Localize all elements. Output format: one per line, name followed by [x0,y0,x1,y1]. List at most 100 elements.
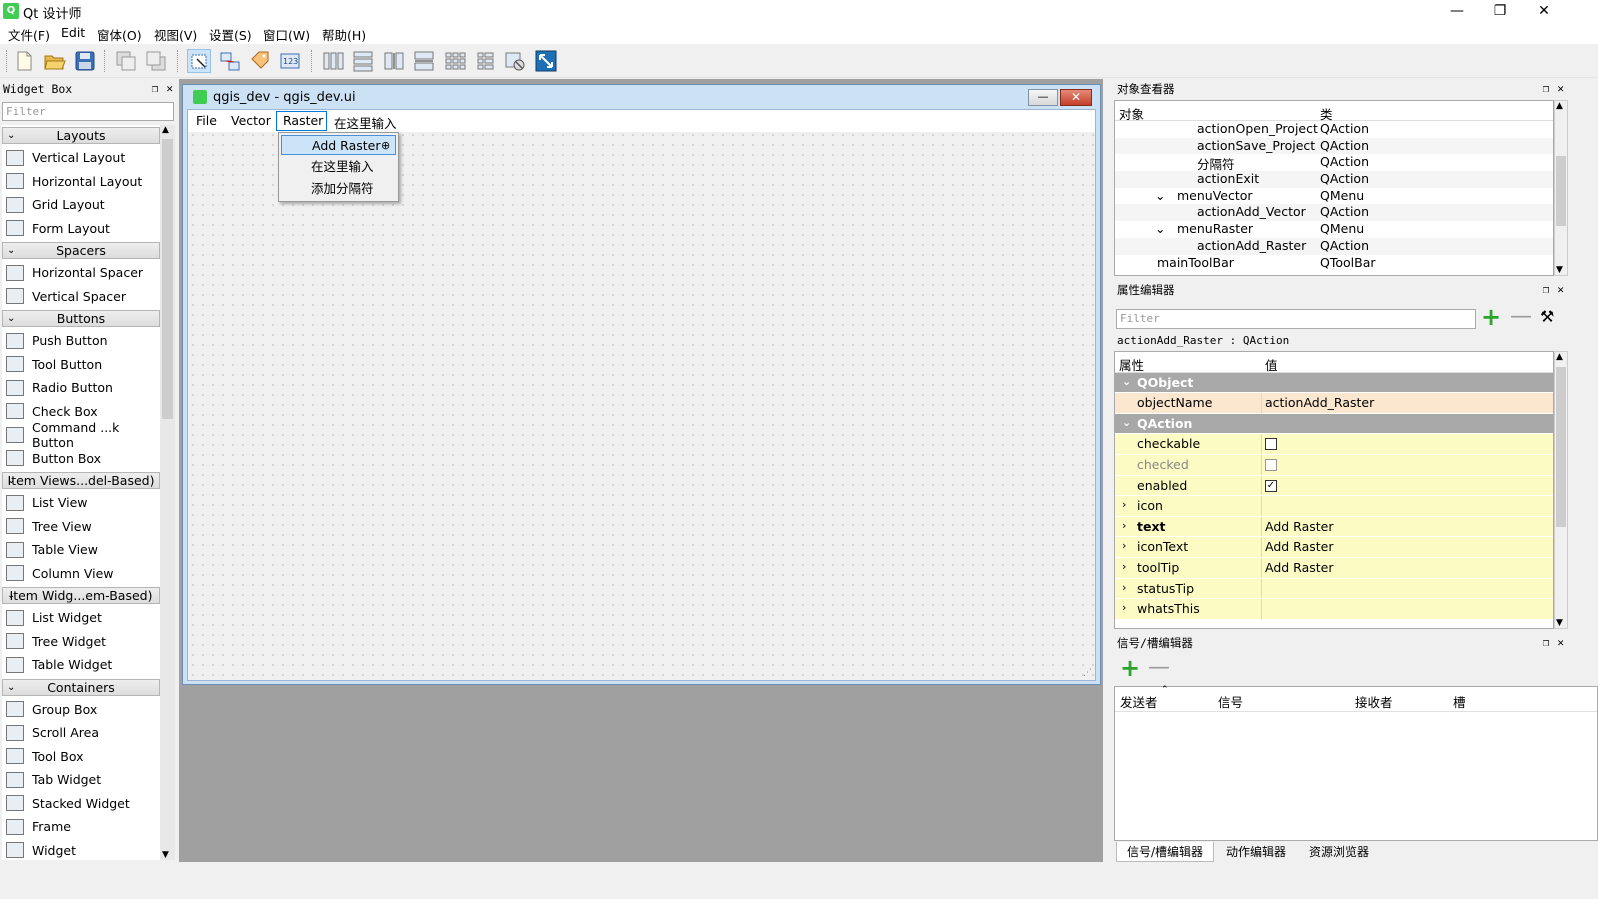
object-tree-row[interactable]: actionOpen_Project QAction [1115,121,1553,138]
form-close-button[interactable]: ✕ [1060,89,1092,106]
widget-item[interactable]: List View [2,491,160,515]
widget-item[interactable]: Horizontal Layout [2,170,160,194]
widget-item[interactable]: Widget [2,839,160,861]
object-tree-row[interactable]: mainToolBar QToolBar [1115,255,1553,272]
widget-item[interactable]: Tree Widget [2,630,160,654]
widget-item[interactable]: Command ...k Button [2,420,160,450]
float-icon[interactable]: ❐ [1543,636,1550,649]
scroll-up-icon[interactable]: ▲ [1556,352,1563,362]
widget-category[interactable]: ⌄ Buttons [2,310,160,327]
widget-category[interactable]: ⌄ Item Views...del-Based) [2,472,160,489]
menu-window[interactable]: 窗口(W) [263,25,310,44]
layout-horizontal-icon[interactable] [321,49,345,73]
save-icon[interactable] [73,49,97,73]
minimize-button[interactable]: — [1434,0,1480,22]
property-checkbox[interactable] [1265,458,1277,471]
property-value[interactable]: Add Raster [1265,539,1334,554]
widget-item[interactable]: Vertical Layout [2,146,160,170]
remove-property-icon[interactable]: — [1510,306,1532,328]
scroll-thumb[interactable] [1556,156,1566,226]
add-property-icon[interactable]: + [1481,305,1501,329]
property-row[interactable]: › text Add Raster [1115,516,1553,538]
property-row[interactable]: › statusTip [1115,578,1553,600]
chevron-right-icon[interactable]: › [1122,560,1126,573]
property-row[interactable]: › toolTip Add Raster [1115,557,1553,579]
widget-item[interactable]: Tool Button [2,353,160,377]
widget-item[interactable]: Push Button [2,329,160,353]
object-tree-row[interactable]: 分隔符 QAction [1115,154,1553,172]
widget-item[interactable]: Vertical Spacer [2,285,160,309]
form-menu-vector[interactable]: Vector [231,113,271,128]
menu-item-add-separator[interactable]: 添加分隔符 [281,179,396,199]
form-menu-type-here[interactable]: 在这里输入 [334,113,397,132]
chevron-right-icon[interactable]: › [1122,498,1126,511]
maximize-button[interactable]: ❐ [1477,0,1523,22]
chevron-right-icon[interactable]: › [1122,581,1126,594]
object-tree-row[interactable]: ⌄ menuRaster QMenu [1115,221,1553,238]
widget-item[interactable]: List Widget [2,606,160,630]
widget-item[interactable]: Table Widget [2,653,160,677]
edit-signals-icon[interactable] [218,49,242,73]
tab-resource-browser[interactable]: 资源浏览器 [1299,842,1379,862]
scroll-down-icon[interactable]: ▼ [1556,265,1563,275]
scroll-up-icon[interactable]: ▲ [1556,101,1563,111]
close-icon[interactable]: ✕ [1557,283,1564,296]
form-menu-raster[interactable]: Raster [283,113,323,128]
property-row[interactable]: › icon [1115,496,1553,517]
float-icon[interactable]: ❐ [152,82,159,95]
bring-front-icon[interactable] [144,49,168,73]
close-button[interactable]: ✕ [1521,0,1567,22]
chevron-right-icon[interactable]: › [1122,519,1126,532]
edit-widgets-icon[interactable] [187,49,211,73]
menu-file[interactable]: 文件(F) [8,25,50,44]
menu-settings[interactable]: 设置(S) [209,25,252,44]
tree-expander-icon[interactable]: ⌄ [1155,188,1165,203]
edit-buddies-icon[interactable] [248,49,272,73]
object-tree-row[interactable]: actionSave_Project QAction [1115,137,1553,155]
menu-form[interactable]: 窗体(O) [97,25,142,44]
scroll-down-icon[interactable]: ▼ [162,850,169,860]
property-row[interactable]: › whatsThis [1115,599,1553,620]
object-tree-row[interactable]: ⌄ menuVector QMenu [1115,188,1553,205]
scroll-down-icon[interactable]: ▼ [1556,618,1563,628]
form-minimize-button[interactable]: — [1028,89,1058,106]
widget-category[interactable]: ⌄ Layouts [2,127,160,144]
configure-icon[interactable]: ⚒ [1540,307,1554,326]
layout-form-icon[interactable] [473,49,497,73]
widget-item[interactable]: Tree View [2,515,160,539]
chevron-down-icon[interactable]: ⌄ [1122,375,1131,388]
chevron-down-icon[interactable]: ⌄ [1122,416,1131,429]
chevron-right-icon[interactable]: › [1122,539,1126,552]
widget-item[interactable]: Button Box [2,447,160,471]
layout-splitter-h-icon[interactable] [382,49,406,73]
remove-connection-icon[interactable]: — [1148,657,1170,679]
widget-item[interactable]: Grid Layout [2,193,160,217]
add-connection-icon[interactable]: + [1120,656,1140,680]
property-row[interactable]: checkable [1115,434,1553,455]
property-row[interactable]: › iconText Add Raster [1115,537,1553,558]
property-value[interactable]: actionAdd_Raster [1265,395,1374,410]
close-icon[interactable]: ✕ [1557,82,1564,95]
layout-grid-icon[interactable] [443,49,467,73]
scroll-thumb[interactable] [1556,367,1566,527]
menu-edit[interactable]: Edit [61,25,85,40]
widget-category[interactable]: ⌄ Item Widg...em-Based) [2,587,160,604]
widget-item[interactable]: Stacked Widget [2,792,160,816]
new-file-icon[interactable] [12,49,36,73]
property-row[interactable]: ⌄ QAction [1115,413,1553,435]
float-icon[interactable]: ❐ [1543,283,1550,296]
widget-item[interactable]: Radio Button [2,376,160,400]
tab-signal-slot[interactable]: 信号/槽编辑器 [1116,842,1215,862]
widget-category[interactable]: ⌄ Spacers [2,242,160,259]
widget-item[interactable]: Horizontal Spacer [2,261,160,285]
property-row[interactable]: enabled ✓ [1115,475,1553,497]
chevron-right-icon[interactable]: › [1122,601,1126,614]
widget-item[interactable]: Column View [2,562,160,586]
widget-item[interactable]: Tab Widget [2,768,160,792]
form-window[interactable]: qgis_dev - qgis_dev.ui — ✕ File Vector R… [182,84,1101,685]
adjust-size-icon[interactable] [534,49,558,73]
widget-item[interactable]: Group Box [2,698,160,722]
scroll-thumb[interactable] [162,139,173,419]
property-checkbox[interactable]: ✓ [1265,479,1277,492]
property-row[interactable]: objectName actionAdd_Raster [1115,393,1553,414]
